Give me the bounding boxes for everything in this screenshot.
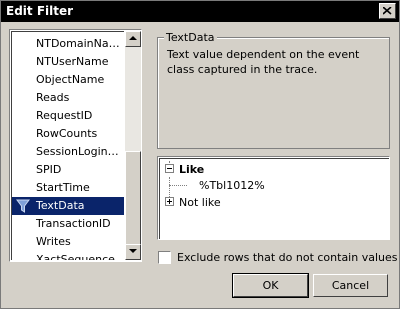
- column-list-item-label: XactSequence: [36, 253, 115, 260]
- column-list-item-label: RequestID: [36, 109, 93, 122]
- minus-icon: [167, 168, 172, 169]
- exclude-rows-label[interactable]: Exclude rows that do not contain values: [177, 251, 397, 264]
- column-list-item-label: StartTime: [36, 181, 90, 194]
- column-list-item[interactable]: SPID: [12, 161, 124, 179]
- column-list-item[interactable]: TransactionID: [12, 215, 124, 233]
- cancel-button[interactable]: Cancel: [313, 274, 388, 297]
- scroll-down-button[interactable]: [125, 244, 141, 260]
- column-list-item[interactable]: Writes: [12, 233, 124, 251]
- column-list-scrollbar[interactable]: [125, 31, 141, 260]
- like-node[interactable]: Like: [179, 163, 204, 176]
- not-like-node[interactable]: Not like: [179, 196, 221, 209]
- column-list-item-label: Writes: [36, 235, 71, 248]
- column-list-item[interactable]: RowCounts: [12, 125, 124, 143]
- scroll-up-button[interactable]: [125, 31, 141, 47]
- column-list-item-label: SessionLoginNa...: [36, 145, 124, 158]
- column-list-item[interactable]: StartTime: [12, 179, 124, 197]
- close-button[interactable]: [379, 3, 396, 19]
- column-list-item[interactable]: Reads: [12, 89, 124, 107]
- close-icon: [383, 7, 392, 15]
- column-list-item[interactable]: XactSequence: [12, 251, 124, 260]
- column-list-item-label: RowCounts: [36, 127, 98, 140]
- column-list-item-label: TransactionID: [36, 217, 111, 230]
- column-list-items: NTDomainName NTUserName ObjectName Reads Req…: [11, 31, 124, 260]
- column-list-item-label: NTUserName: [36, 55, 109, 68]
- not-like-expand-button[interactable]: [165, 197, 174, 206]
- arrow-up-icon: [129, 36, 137, 40]
- column-list-item[interactable]: ObjectName: [12, 71, 124, 89]
- filter-tree[interactable]: Like %Tbl1012% Not like: [157, 156, 390, 240]
- column-list-item-label: TextData: [36, 199, 85, 212]
- tree-line: [169, 177, 170, 199]
- description-legend: TextData: [164, 31, 217, 44]
- filter-icon: [16, 199, 30, 213]
- exclude-rows-checkbox[interactable]: [158, 251, 171, 264]
- column-list-item[interactable]: SessionLoginNa...: [12, 143, 124, 161]
- column-list-item-label: ObjectName: [36, 73, 105, 86]
- column-list-item-label: SPID: [36, 163, 62, 176]
- title-bar[interactable]: Edit Filter: [1, 1, 399, 22]
- arrow-down-icon: [129, 249, 137, 253]
- ok-button[interactable]: OK: [232, 273, 309, 298]
- column-list-item[interactable]: TextData: [12, 197, 124, 215]
- column-list-item-label: Reads: [36, 91, 70, 104]
- description-text: Text value dependent on the event class …: [167, 48, 360, 76]
- column-list[interactable]: NTDomainName NTUserName ObjectName Reads Req…: [9, 29, 142, 262]
- column-list-item[interactable]: NTUserName: [12, 53, 124, 71]
- scroll-thumb[interactable]: [125, 151, 141, 259]
- like-collapse-button[interactable]: [165, 164, 174, 173]
- plus-icon: [167, 199, 172, 204]
- dialog-title: Edit Filter: [6, 4, 74, 18]
- like-value-node[interactable]: %Tbl1012%: [199, 179, 265, 192]
- filter-tree-body: Like %Tbl1012% Not like: [159, 158, 389, 239]
- edit-filter-dialog: Edit Filter NTDomainName NTUserName Object…: [0, 0, 400, 309]
- column-list-item-label: NTDomainName: [36, 37, 124, 50]
- tree-line: [169, 185, 187, 186]
- column-list-item[interactable]: NTDomainName: [12, 35, 124, 53]
- column-list-item[interactable]: RequestID: [12, 107, 124, 125]
